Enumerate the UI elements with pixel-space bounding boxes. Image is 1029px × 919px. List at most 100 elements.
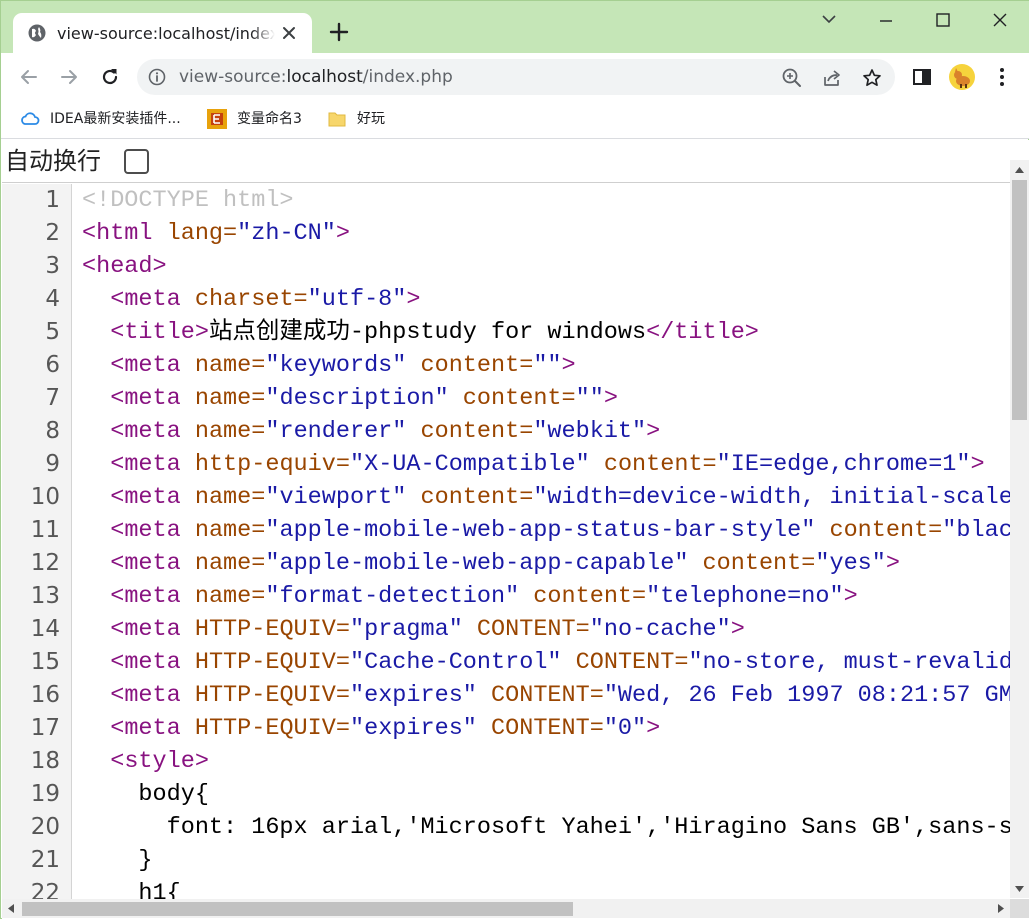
reload-icon[interactable] [98, 65, 122, 89]
code-token: content= [448, 385, 576, 412]
scroll-right-arrow-icon[interactable] [991, 899, 1010, 918]
source-line: 21 } [2, 844, 1010, 877]
code-token: h1{ [82, 880, 181, 899]
code-token: "apple-mobile-web-app-status-bar-style" [265, 517, 816, 544]
horizontal-scroll-thumb[interactable] [22, 902, 573, 916]
zoom-icon[interactable] [781, 67, 803, 89]
code-token: content= [815, 517, 943, 544]
url-text[interactable]: view-source:localhost/index.php [179, 66, 453, 88]
line-code: <meta HTTP-EQUIV="pragma" CONTENT="no-ca… [82, 613, 745, 646]
vertical-scroll-thumb[interactable] [1012, 180, 1027, 420]
code-token: content= [688, 550, 816, 577]
code-token: > [970, 451, 985, 478]
horizontal-scrollbar[interactable] [2, 899, 1010, 918]
code-token: "utf-8" [307, 286, 407, 313]
source-line: 4 <meta charset="utf-8"> [2, 283, 1010, 316]
code-token: > [603, 385, 618, 412]
code-token: <meta [110, 286, 195, 313]
arrow-right-icon[interactable] [57, 65, 81, 89]
code-token: CONTENT= [561, 649, 689, 676]
chevron-down-icon[interactable] [814, 7, 844, 33]
tab-view-source[interactable]: view-source:localhost/index.php [13, 13, 312, 54]
source-code-area: 1 <!DOCTYPE html> 2 <html lang="zh-CN"> 3 <he… [2, 184, 1010, 899]
kebab-menu-icon[interactable] [990, 65, 1014, 89]
window-close-icon[interactable] [985, 7, 1015, 33]
line-code: <meta HTTP-EQUIV="expires" CONTENT="Wed,… [82, 679, 1010, 712]
scroll-up-arrow-icon[interactable] [1010, 160, 1029, 180]
avatar[interactable] [949, 64, 975, 90]
line-number: 17 [30, 715, 60, 741]
bookmark-label: IDEA最新安装插件... [50, 111, 181, 127]
cloud-icon [21, 112, 40, 125]
line-code: <meta name="apple-mobile-web-app-status-… [82, 514, 1010, 547]
line-code: } [82, 844, 152, 877]
line-number: 14 [30, 616, 60, 642]
app-icon [207, 109, 227, 129]
tab-title: view-source:localhost/index.php [57, 24, 275, 43]
line-wrap-checkbox[interactable] [124, 149, 149, 174]
bookmarks-bar: IDEA最新安装插件... 变量命名3 好玩 [1, 101, 1029, 139]
code-token: name= [194, 583, 266, 610]
code-token: name= [194, 550, 266, 577]
code-token: <meta [110, 682, 195, 709]
code-token: "expires" [349, 715, 477, 742]
source-line: 3 <head> [2, 250, 1010, 283]
plus-icon[interactable] [327, 20, 351, 44]
code-token: "no-store, must-revalid [688, 649, 1010, 676]
source-lines: 1 <!DOCTYPE html> 2 <html lang="zh-CN"> 3 <he… [2, 184, 1010, 899]
vertical-scrollbar[interactable] [1010, 160, 1029, 898]
code-token: content= [519, 583, 647, 610]
source-line: 10 <meta name="viewport" content="width=… [2, 481, 1010, 514]
code-token: CONTENT= [476, 682, 604, 709]
source-line: 6 <meta name="keywords" content=""> [2, 349, 1010, 382]
code-token: > [335, 220, 350, 247]
line-code: <meta HTTP-EQUIV="expires" CONTENT="0"> [82, 712, 660, 745]
side-panel-icon[interactable] [910, 65, 934, 89]
maximize-icon[interactable] [928, 7, 958, 33]
code-token: "expires" [349, 682, 477, 709]
code-token: <meta [110, 418, 195, 445]
line-number: 9 [45, 451, 60, 477]
code-token: "keywords" [265, 352, 407, 379]
line-number: 11 [30, 517, 60, 543]
scroll-down-arrow-icon[interactable] [1010, 879, 1029, 898]
code-token: <html [82, 220, 167, 247]
code-token: content= [589, 451, 717, 478]
line-code: <title>站点创建成功-phpstudy for windows</titl… [82, 316, 759, 349]
line-wrap-bar: 自动换行 [2, 140, 1010, 183]
source-line: 14 <meta HTTP-EQUIV="pragma" CONTENT="no… [2, 613, 1010, 646]
minimize-icon[interactable] [871, 7, 901, 33]
code-token: <meta [110, 715, 195, 742]
globe-icon [28, 24, 46, 42]
address-bar[interactable]: view-source:localhost/index.php [137, 59, 895, 95]
line-number: 7 [45, 385, 60, 411]
code-token: </title> [646, 319, 759, 346]
line-number: 12 [30, 550, 60, 576]
code-token: "telephone=no" [646, 583, 844, 610]
star-icon[interactable] [861, 67, 883, 89]
code-token: name= [194, 418, 266, 445]
scroll-left-arrow-icon[interactable] [2, 899, 21, 918]
url-scheme: view-source: [179, 67, 287, 87]
code-token: name= [194, 517, 266, 544]
code-token: <meta [110, 616, 195, 643]
source-line: 17 <meta HTTP-EQUIV="expires" CONTENT="0… [2, 712, 1010, 745]
line-number: 3 [45, 253, 60, 279]
code-token: HTTP-EQUIV= [194, 682, 350, 709]
line-number: 6 [45, 352, 60, 378]
source-line: 7 <meta name="description" content=""> [2, 382, 1010, 415]
close-icon[interactable] [281, 25, 297, 41]
info-icon[interactable] [148, 68, 166, 86]
arrow-left-icon[interactable] [17, 65, 41, 89]
code-token: <title> [110, 319, 209, 346]
code-token: <meta [110, 583, 195, 610]
line-code: <meta charset="utf-8"> [82, 283, 420, 316]
share-icon[interactable] [821, 67, 843, 89]
